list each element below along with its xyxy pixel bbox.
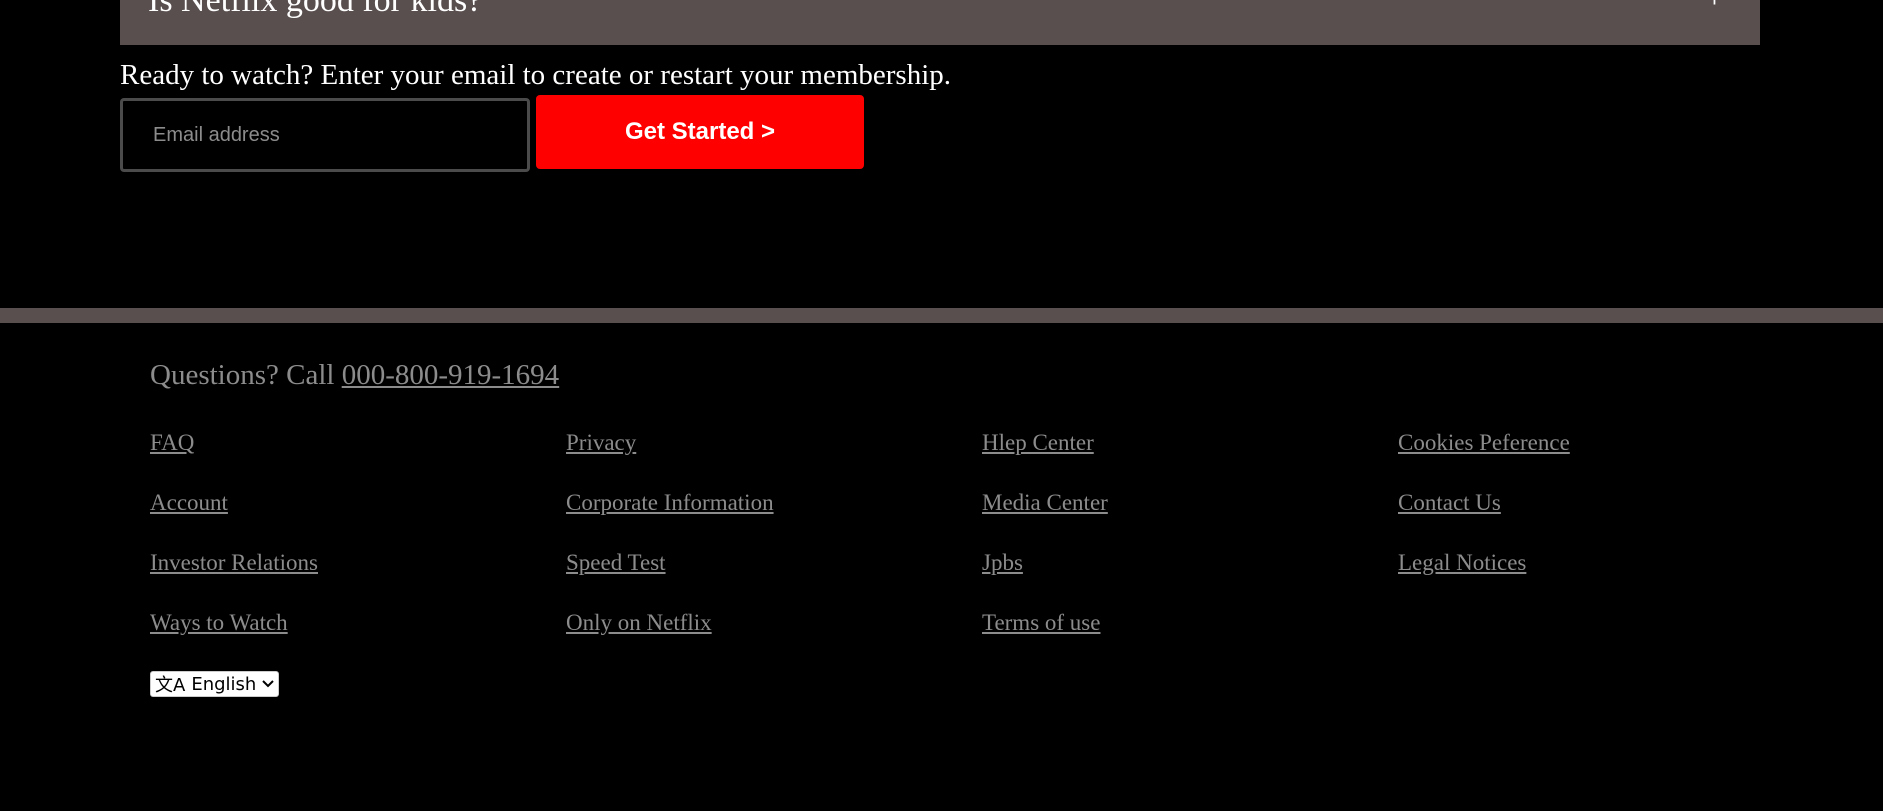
footer-link-media-center[interactable]: Media Center: [982, 490, 1108, 515]
language-selected-value: English: [191, 673, 257, 695]
footer-link-legal-notices[interactable]: Legal Notices: [1398, 550, 1526, 575]
cta-text: Ready to watch? Enter your email to crea…: [120, 59, 952, 91]
language-select[interactable]: 文A English: [150, 671, 280, 697]
plus-icon[interactable]: +: [1705, 0, 1724, 15]
footer-link-privacy[interactable]: Privacy: [566, 430, 636, 455]
footer-link-cookies-preference[interactable]: Cookies Peference: [1398, 430, 1570, 455]
questions-prefix: Questions? Call: [150, 359, 342, 391]
footer-link-jobs[interactable]: Jpbs: [982, 550, 1023, 575]
faq-item[interactable]: Is Netflix good for kids? +: [120, 0, 1760, 45]
email-input[interactable]: [120, 98, 530, 172]
chevron-down-icon: [262, 676, 275, 692]
questions-line: Questions? Call 000-800-919-1694: [150, 359, 559, 392]
get-started-button[interactable]: Get Started >: [536, 95, 864, 169]
translate-icon: 文A: [155, 675, 186, 696]
page: Is Netflix good for kids? + Ready to wat…: [0, 0, 1883, 811]
footer-link-speed-test[interactable]: Speed Test: [566, 550, 666, 575]
faq-question: Is Netflix good for kids?: [148, 0, 483, 19]
footer-link-investor-relations[interactable]: Investor Relations: [150, 550, 318, 575]
phone-link[interactable]: 000-800-919-1694: [342, 359, 559, 391]
footer-link-account[interactable]: Account: [150, 490, 228, 515]
footer-link-terms-of-use[interactable]: Terms of use: [982, 610, 1100, 635]
section-divider: [0, 308, 1883, 323]
footer-link-help-center[interactable]: Hlep Center: [982, 430, 1094, 455]
footer-link-ways-to-watch[interactable]: Ways to Watch: [150, 610, 288, 635]
footer-link-faq[interactable]: FAQ: [150, 430, 194, 455]
footer-link-contact-us[interactable]: Contact Us: [1398, 490, 1501, 515]
footer-link-only-on-netflix[interactable]: Only on Netflix: [566, 610, 712, 635]
footer-link-corporate-information[interactable]: Corporate Information: [566, 490, 774, 515]
